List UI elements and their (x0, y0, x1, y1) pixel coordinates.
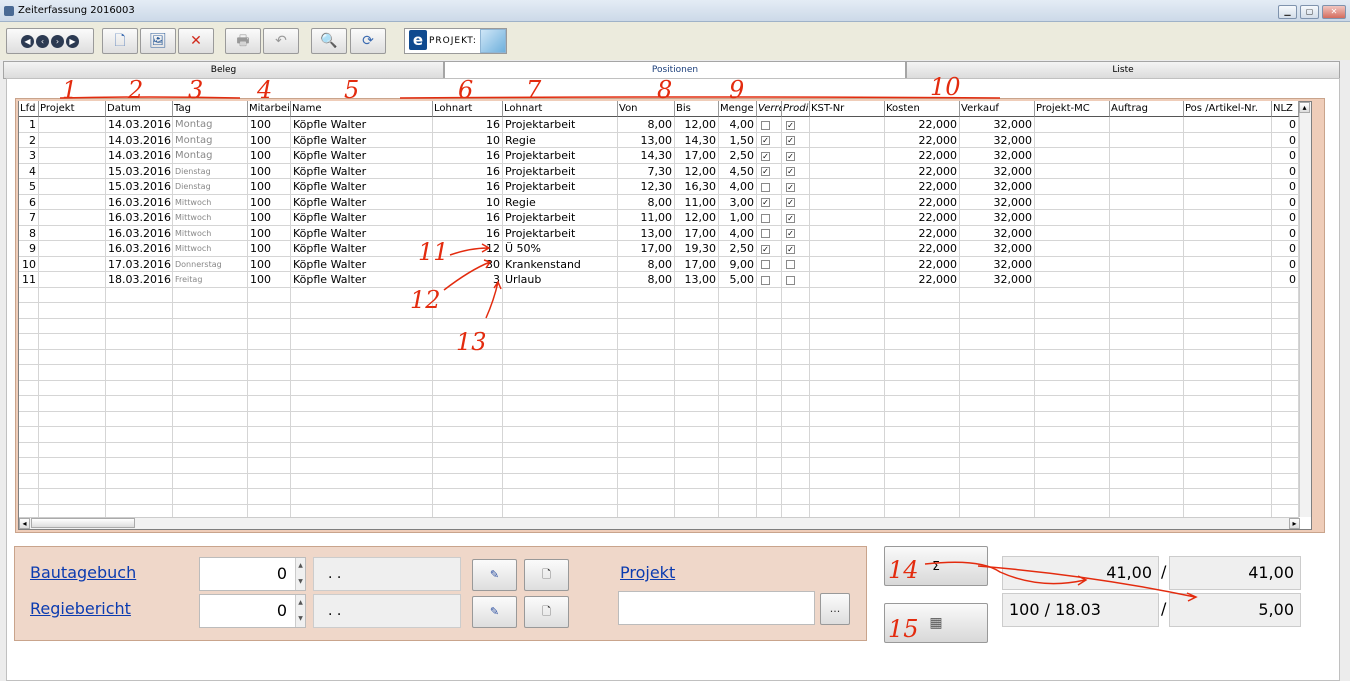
annotation-label-10: 10 (930, 73, 961, 101)
annotation-label-11: 11 (418, 238, 449, 266)
annotation-label-15: 15 (888, 615, 919, 643)
annotation-label-13: 13 (456, 328, 487, 356)
annotation-arrow-14a (924, 561, 1088, 586)
annotation-arrow-13 (485, 280, 502, 319)
annotation-label-8: 8 (657, 76, 672, 104)
annotation-arrow-11 (449, 243, 491, 256)
annotation-label-3: 3 (188, 76, 203, 104)
annotation-label-1: 1 (62, 76, 77, 104)
annotation-label-12: 12 (410, 286, 441, 314)
annotation-arrow-14b (977, 565, 1198, 602)
annotation-label-6: 6 (458, 76, 473, 104)
annotation-label-14: 14 (888, 556, 919, 584)
annotation-overlay: 1 2 3 4 5 6 7 8 9 101112131415 (59, 73, 1198, 643)
annotation-label-7: 7 (526, 76, 542, 104)
annotation-label-2: 2 (127, 76, 143, 104)
annotation-label-5: 5 (344, 76, 359, 104)
annotation-label-9: 9 (729, 76, 744, 104)
annotation-arrow-12 (443, 259, 492, 291)
annotation-label-4: 4 (256, 76, 272, 104)
